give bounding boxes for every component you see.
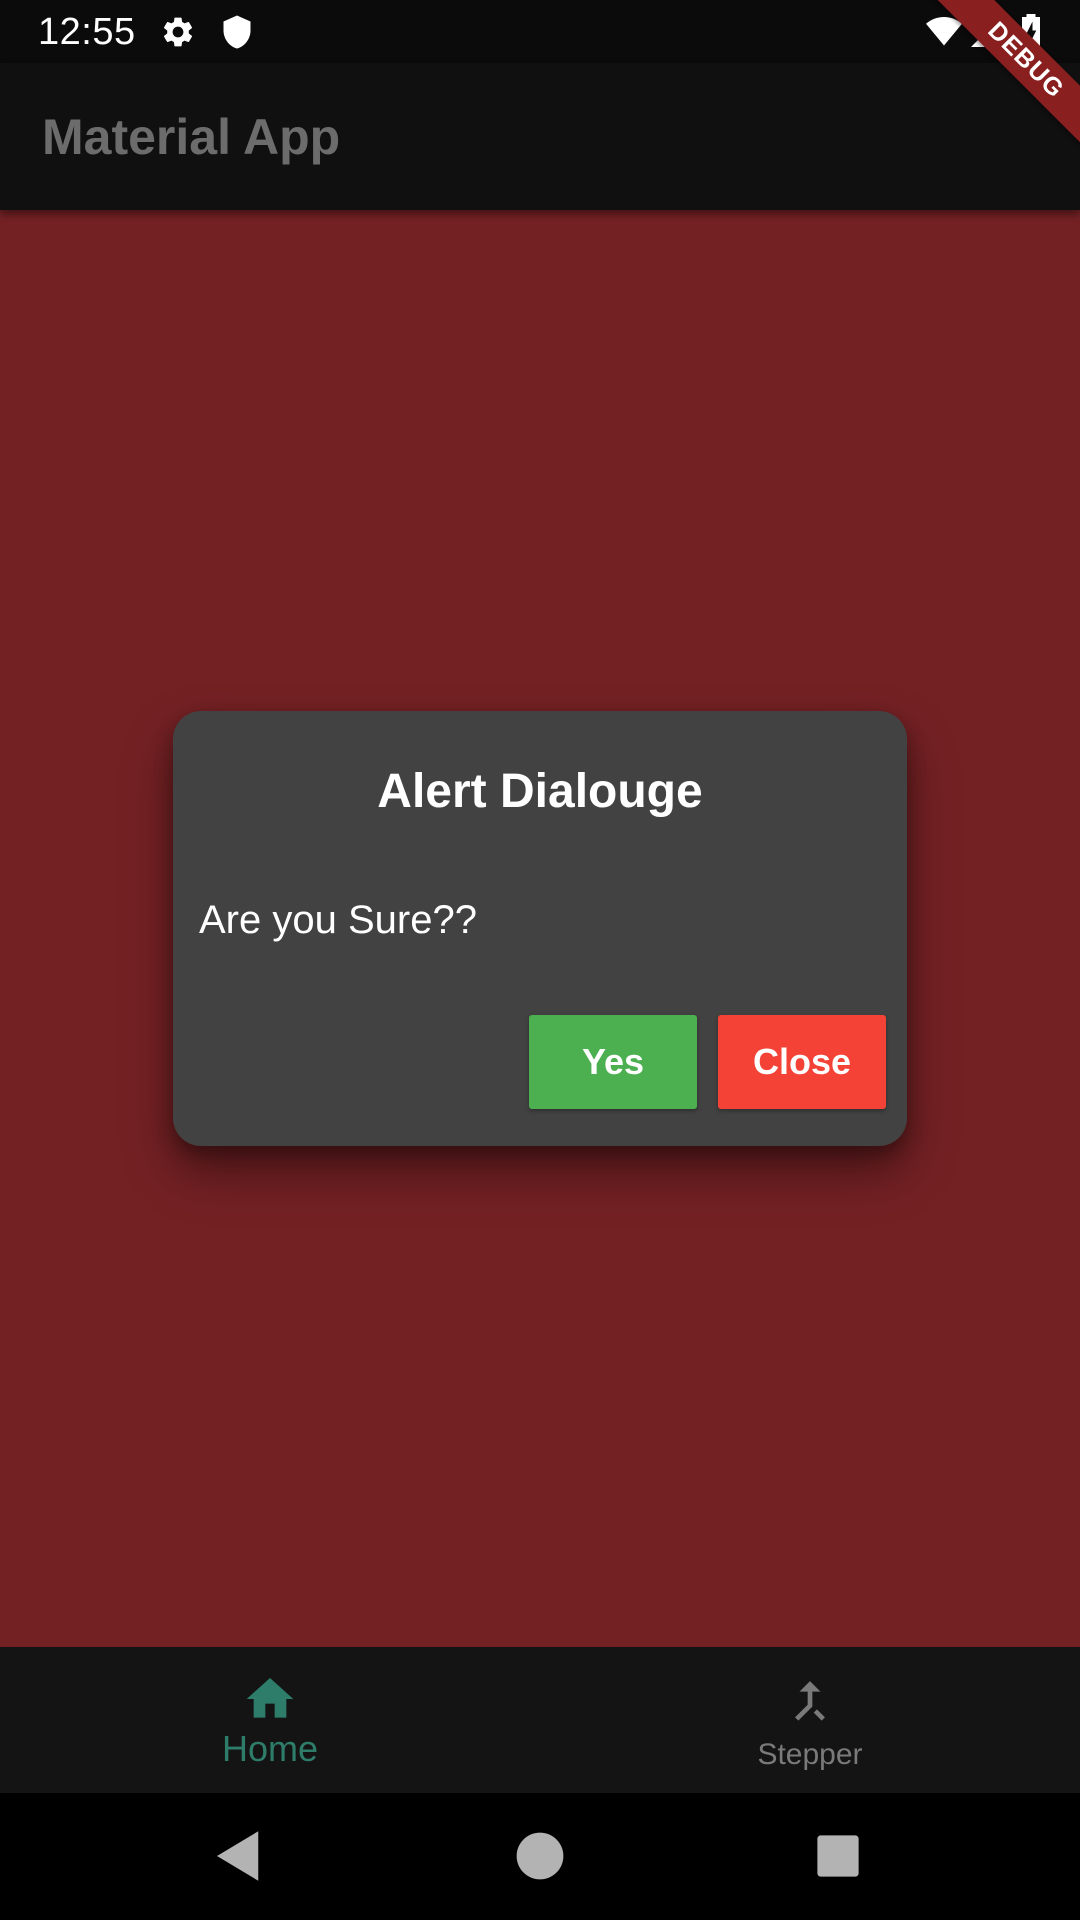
system-navigation-bar bbox=[0, 1793, 1080, 1920]
app-bar: Material App bbox=[0, 63, 1080, 210]
dialog-message: Are you Sure?? bbox=[199, 898, 477, 942]
merge-icon bbox=[795, 1681, 825, 1721]
status-bar: 12:55 bbox=[0, 0, 1080, 63]
back-icon[interactable] bbox=[206, 1823, 272, 1889]
dialog-title: Alert Dialouge bbox=[377, 765, 703, 818]
gear-icon bbox=[163, 17, 193, 47]
recents-icon[interactable] bbox=[805, 1823, 871, 1889]
nav-item-stepper[interactable]: Stepper bbox=[540, 1647, 1080, 1793]
home-circle-icon[interactable] bbox=[507, 1823, 573, 1889]
yes-button[interactable]: Yes bbox=[529, 1015, 697, 1109]
nav-label-home: Home bbox=[221, 1728, 319, 1769]
nav-item-home[interactable]: Home bbox=[0, 1647, 540, 1793]
app-title: Material App bbox=[42, 109, 341, 165]
shield-icon bbox=[223, 15, 251, 49]
close-button[interactable]: Close bbox=[718, 1015, 886, 1109]
screen: 12:55 Material App Alert Dialouge Are yo… bbox=[0, 0, 1080, 1920]
status-time: 12:55 bbox=[38, 11, 136, 53]
home-icon bbox=[246, 1678, 294, 1718]
nav-label-stepper: Stepper bbox=[757, 1738, 863, 1771]
alert-dialog: Alert Dialouge Are you Sure?? Yes Close bbox=[173, 711, 907, 1146]
bottom-navigation: Home Stepper bbox=[0, 1647, 1080, 1793]
